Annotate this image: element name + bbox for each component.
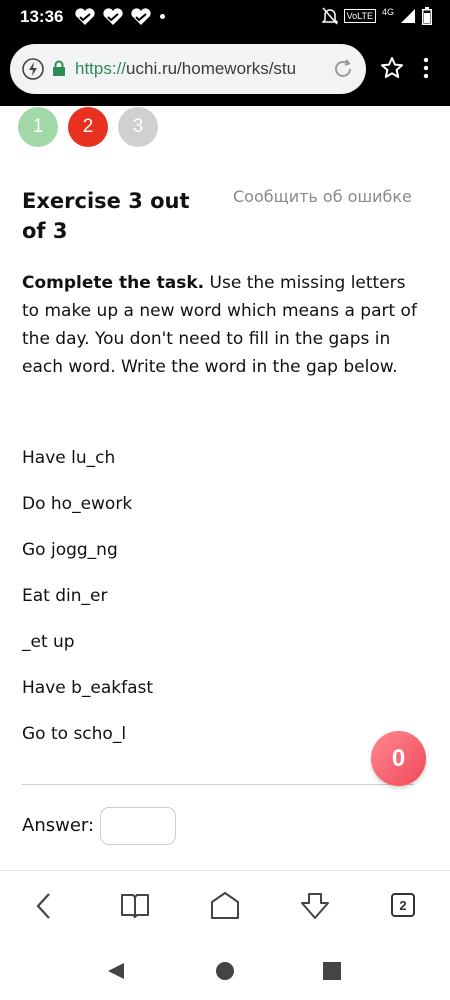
step-3[interactable]: 3 xyxy=(118,107,158,147)
word-list: Have lu_ch Do ho_ework Go jogg_ng Eat di… xyxy=(22,446,153,768)
browser-bottom-bar: 2 xyxy=(0,870,450,945)
step-1[interactable]: 1 xyxy=(18,107,58,147)
answer-input[interactable] xyxy=(100,807,176,845)
system-nav-bar xyxy=(0,944,450,1000)
notification-dot xyxy=(160,14,165,19)
bookmarks-icon[interactable] xyxy=(120,891,150,919)
word-line: _et up xyxy=(22,632,75,652)
word-line: Do ho_ework xyxy=(22,494,133,514)
step-2[interactable]: 2 xyxy=(68,107,108,147)
heart-icon xyxy=(103,8,123,25)
nav-home-icon[interactable] xyxy=(215,961,235,981)
exercise-steps: 1 2 3 xyxy=(18,107,158,147)
page-content: 1 2 3 Exercise 3 out of 3 Сообщить об ош… xyxy=(0,106,450,870)
back-icon[interactable] xyxy=(34,891,54,921)
word-line: Have b_eakfast xyxy=(22,678,154,698)
score-bubble[interactable]: 0 xyxy=(371,731,426,786)
status-bar: 13:36 VoLTE 4G xyxy=(0,0,450,34)
nav-recents-icon[interactable] xyxy=(322,961,342,981)
reload-icon[interactable] xyxy=(332,58,354,80)
address-bar[interactable]: https://uchi.ru/homeworks/stu xyxy=(10,44,366,94)
tabs-button[interactable]: 2 xyxy=(391,893,415,917)
word-line: Go jogg_ng xyxy=(22,540,118,560)
report-error-link[interactable]: Сообщить об ошибке xyxy=(233,187,412,206)
url-path: uchi.ru/homeworks/stu xyxy=(126,59,297,78)
battery-icon xyxy=(422,7,432,25)
answer-label: Answer: xyxy=(22,815,95,836)
home-icon[interactable] xyxy=(210,891,240,921)
signal-icon xyxy=(401,9,415,23)
word-line: Go to scho_l xyxy=(22,724,127,744)
heart-icon xyxy=(75,8,95,25)
lock-icon xyxy=(53,60,65,76)
network-type: 4G xyxy=(381,7,394,17)
task-instructions: Complete the task. Use the missing lette… xyxy=(22,269,422,381)
mute-bell-icon xyxy=(321,7,338,25)
word-line: Have lu_ch xyxy=(22,448,116,468)
task-heading: Complete the task. xyxy=(22,273,205,293)
star-icon[interactable] xyxy=(380,56,404,80)
notification-icons xyxy=(74,8,152,26)
heart-icon xyxy=(131,8,151,25)
lightning-icon[interactable] xyxy=(22,58,44,80)
url-text[interactable]: https://uchi.ru/homeworks/stu xyxy=(75,59,329,79)
download-icon[interactable] xyxy=(300,891,330,921)
url-scheme: https:// xyxy=(75,59,127,78)
status-time: 13:36 xyxy=(20,7,64,26)
exercise-title: Exercise 3 out of 3 xyxy=(22,189,190,243)
nav-back-icon[interactable] xyxy=(106,961,126,981)
word-line: Eat din_er xyxy=(22,586,108,606)
more-menu-icon[interactable] xyxy=(420,56,432,80)
status-icons: VoLTE 4G xyxy=(321,7,432,25)
divider xyxy=(22,784,414,785)
browser-toolbar: https://uchi.ru/homeworks/stu xyxy=(0,34,450,106)
volte-badge: VoLTE xyxy=(343,9,376,23)
